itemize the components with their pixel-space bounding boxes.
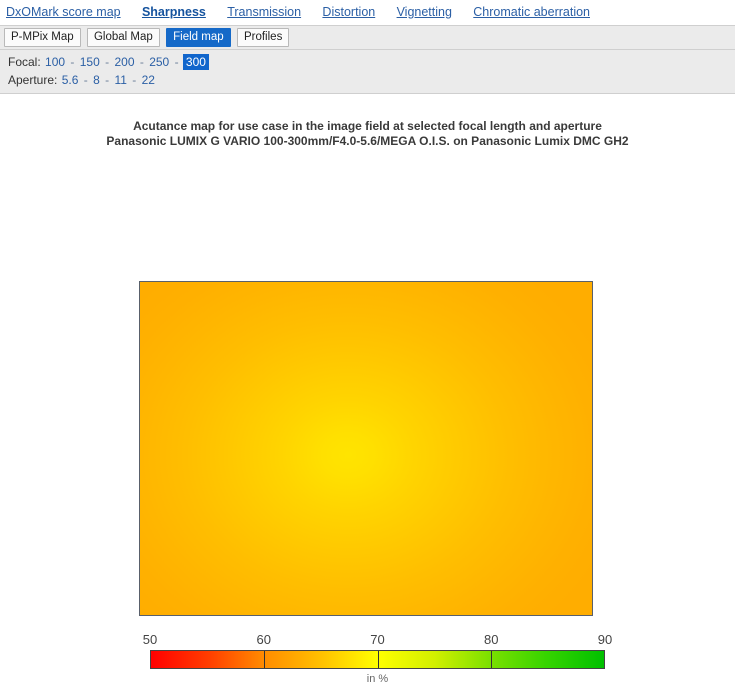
nav-item-vignetting[interactable]: Vignetting bbox=[397, 5, 452, 19]
aperture-filter-label: Aperture: bbox=[8, 73, 58, 87]
aperture-option-5-6[interactable]: 5.6 bbox=[61, 73, 80, 87]
chart-area: Acutance map for use case in the image f… bbox=[0, 119, 735, 685]
scale-divider-70 bbox=[377, 651, 379, 668]
scale-divider-60 bbox=[264, 651, 266, 668]
scale-tick-60: 60 bbox=[256, 632, 271, 647]
scale-tick-50: 50 bbox=[142, 632, 158, 647]
focal-option-100[interactable]: 100 bbox=[44, 55, 66, 69]
chart-title: Acutance map for use case in the image f… bbox=[0, 119, 735, 149]
focal-option-150[interactable]: 150 bbox=[79, 55, 101, 69]
aperture-option-8[interactable]: 8 bbox=[92, 73, 101, 87]
color-scale-ticks: 50 60 70 80 90 bbox=[143, 632, 612, 650]
chart-title-line: Acutance map for use case in the image f… bbox=[133, 119, 602, 133]
focal-separator-4: - bbox=[174, 55, 179, 69]
nav-item-sharpness[interactable]: Sharpness bbox=[142, 5, 206, 19]
scale-tick-80: 80 bbox=[484, 632, 499, 647]
aperture-filter-row: Aperture: 5.6 - 8 - 11 - 22 bbox=[8, 71, 735, 89]
scale-tick-70: 70 bbox=[370, 632, 385, 647]
focal-filter-label: Focal: bbox=[8, 55, 41, 69]
tab-field-map[interactable]: Field map bbox=[166, 28, 231, 47]
focal-option-300[interactable]: 300 bbox=[182, 54, 209, 70]
aperture-option-11[interactable]: 11 bbox=[113, 73, 127, 87]
nav-item-distortion[interactable]: Distortion bbox=[322, 5, 375, 19]
color-scale-bar bbox=[150, 650, 605, 669]
focal-option-200[interactable]: 200 bbox=[113, 55, 135, 69]
filter-panel: Focal: 100 - 150 - 200 - 250 - 300 Apert… bbox=[0, 50, 735, 94]
scale-tick-90: 90 bbox=[597, 632, 613, 647]
nav-item-transmission[interactable]: Transmission bbox=[227, 5, 301, 19]
nav-item-chromatic-aberration[interactable]: Chromatic aberration bbox=[473, 5, 590, 19]
color-scale-unit-label: in % bbox=[366, 673, 389, 685]
acutance-field-map[interactable] bbox=[139, 281, 593, 616]
chart-subtitle-line: Panasonic LUMIX G VARIO 100-300mm/F4.0-5… bbox=[106, 134, 629, 148]
nav-item-dxomark-score-map[interactable]: DxOMark score map bbox=[6, 5, 121, 19]
tab-profiles[interactable]: Profiles bbox=[236, 28, 290, 47]
focal-separator-1: - bbox=[70, 55, 75, 69]
aperture-separator-1: - bbox=[83, 73, 88, 87]
aperture-separator-3: - bbox=[132, 73, 137, 87]
aperture-separator-2: - bbox=[105, 73, 110, 87]
focal-separator-3: - bbox=[139, 55, 144, 69]
color-scale: 50 60 70 80 90 in % bbox=[143, 632, 612, 685]
tab-p-mpix-map[interactable]: P-MPix Map bbox=[4, 28, 81, 47]
primary-nav: DxOMark score map Sharpness Transmission… bbox=[0, 0, 735, 26]
aperture-option-22[interactable]: 22 bbox=[141, 73, 156, 87]
scale-divider-80 bbox=[490, 651, 492, 668]
focal-filter-row: Focal: 100 - 150 - 200 - 250 - 300 bbox=[8, 53, 735, 71]
focal-option-250[interactable]: 250 bbox=[148, 55, 170, 69]
focal-separator-2: - bbox=[105, 55, 110, 69]
sub-tab-bar: P-MPix Map Global Map Field map Profiles bbox=[0, 26, 735, 50]
tab-global-map[interactable]: Global Map bbox=[86, 28, 160, 47]
